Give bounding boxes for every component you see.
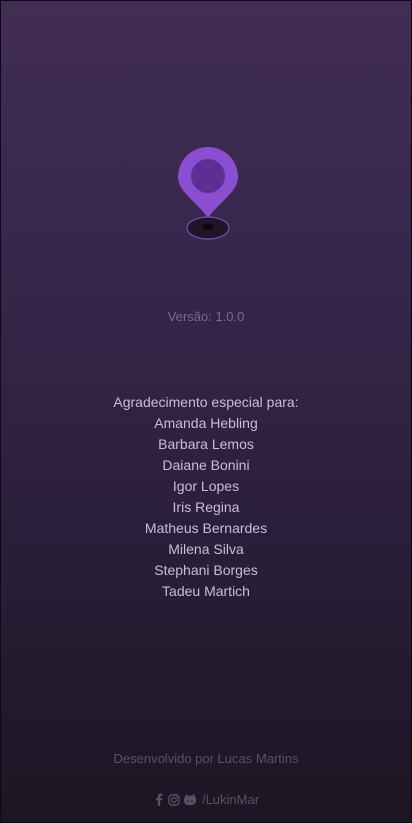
thanks-name: Igor Lopes [172,478,240,494]
instagram-icon[interactable] [168,793,180,807]
location-pin-logo [178,147,238,240]
thanks-name: Tadeu Martich [162,583,250,599]
developer-credit: Desenvolvido por Lucas Martins [113,751,299,766]
special-thanks-section: Agradecimento especial para: Amanda Hebl… [1,392,411,602]
special-thanks-heading: Agradecimento especial para: [113,394,299,410]
app-version: Versão: 1.0.0 [167,309,245,324]
thanks-name: Iris Regina [172,499,240,515]
github-icon[interactable] [183,793,197,807]
social-links: /LukinMar [1,792,411,807]
thanks-list: Amanda Hebling Barbara Lemos Daiane Boni… [1,413,411,602]
thanks-name: Milena Silva [168,541,244,557]
thanks-name: Matheus Bernardes [144,520,268,536]
thanks-name: Barbara Lemos [158,436,254,452]
about-screen: Versão: 1.0.0 Agradecimento especial par… [0,0,412,823]
thanks-name: Daiane Bonini [162,457,250,473]
thanks-name: Amanda Hebling [154,415,258,431]
facebook-icon[interactable] [153,793,165,807]
social-handle[interactable]: /LukinMar [202,792,259,807]
thanks-name: Stephani Borges [154,562,258,578]
